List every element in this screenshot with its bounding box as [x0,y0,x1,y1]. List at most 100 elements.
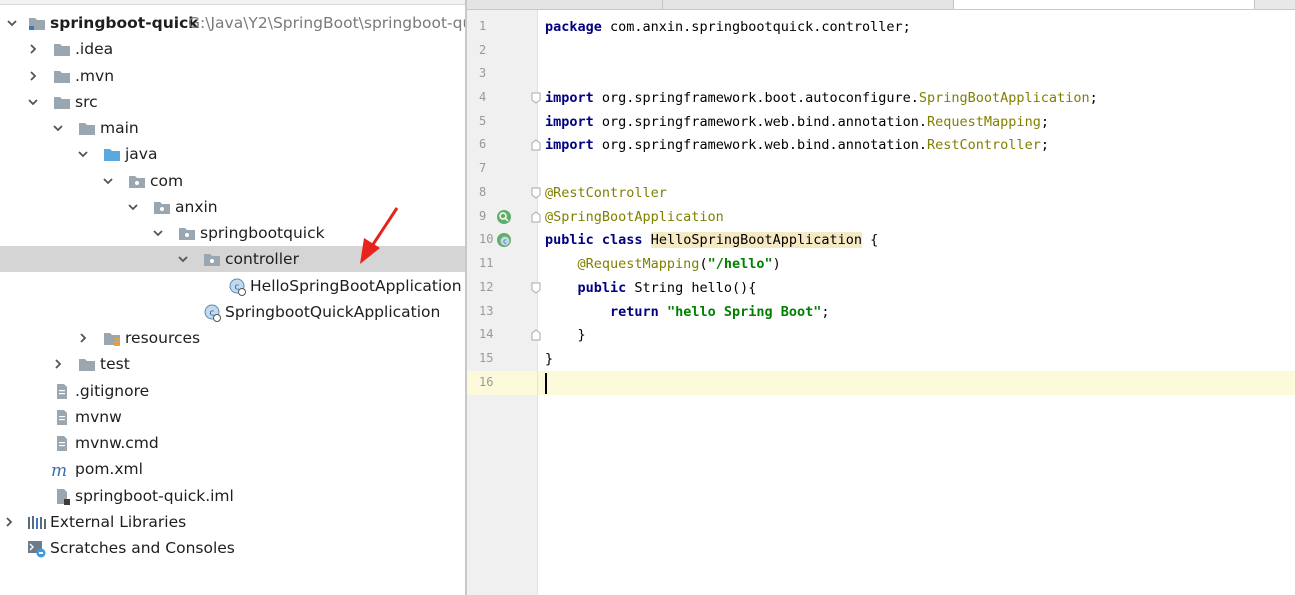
tree-label: com [150,172,184,190]
code-line[interactable]: return "hello Spring Boot"; [538,300,1295,324]
line-number: 11 [479,256,494,270]
keyword: class [601,232,643,248]
tree-label: mvnw.cmd [75,434,159,452]
code-line[interactable]: package com.anxin.springbootquick.contro… [538,15,1295,39]
gutter-line: 3 [467,62,537,86]
code-line[interactable]: import org.springframework.boot.autoconf… [538,86,1295,110]
tree-node-gitignore[interactable]: .gitignore [0,378,465,404]
gutter-line: 9 [467,205,541,229]
spring-bean-search-icon[interactable] [496,209,512,225]
tree-node-iml[interactable]: springboot-quick.iml [0,483,465,509]
chevron-right-icon[interactable] [3,516,15,528]
file-icon [55,435,73,451]
paren: ) [772,256,781,272]
chevron-right-icon[interactable] [52,358,64,370]
paren: ( [699,256,708,272]
chevron-down-icon[interactable] [27,96,39,108]
brace: } [545,351,554,367]
folder-icon [78,120,96,136]
tree-node-mvn[interactable]: .mvn [0,63,465,89]
code-line[interactable]: } [538,347,1295,371]
tree-node-scratches[interactable]: Scratches and Consoles [0,535,465,561]
chevron-down-icon[interactable] [152,227,164,239]
tree-node-src[interactable]: src [0,89,465,115]
tree-node-test[interactable]: test [0,351,465,377]
keyword: package [545,19,602,35]
tree-node-java[interactable]: java [0,141,465,167]
code-line[interactable]: @SpringBootApplication [538,205,1295,229]
folder-icon [53,94,71,110]
tree-node-root[interactable]: springboot-quick G:\Java\Y2\SpringBoot\s… [0,10,465,36]
tree-label: .mvn [75,67,115,85]
string-literal: "/hello" [707,256,773,272]
chevron-down-icon[interactable] [52,122,64,134]
package-name: com.anxin.springbootquick.controller; [601,19,911,35]
tree-node-idea[interactable]: .idea [0,36,465,62]
tree-node-pom[interactable]: m pom.xml [0,456,465,482]
tree-node-external-libraries[interactable]: External Libraries [0,509,465,535]
tree-node-hello-class[interactable]: c HelloSpringBootApplication [0,273,465,299]
code-line[interactable]: @RequestMapping("/hello") [538,252,1295,276]
chevron-right-icon[interactable] [77,332,89,344]
file-icon [55,383,73,399]
line-number: 2 [479,43,487,57]
chevron-right-icon[interactable] [27,43,39,55]
spring-boot-class-icon: c [203,304,221,322]
package-icon [153,199,171,215]
tree-node-main[interactable]: main [0,115,465,141]
tree-node-resources[interactable]: resources [0,325,465,351]
editor-tab[interactable] [467,0,663,9]
line-number: 4 [479,90,487,104]
resources-folder-icon [103,330,121,346]
code-editor[interactable]: 1 2 3 4 5 6 7 8 9 10 c 11 12 13 14 15 16… [467,0,1295,595]
code-line-current[interactable] [538,371,1295,395]
chevron-down-icon[interactable] [6,17,18,29]
tree-label: resources [125,329,201,347]
chevron-down-icon[interactable] [102,175,114,187]
code-line[interactable]: } [538,323,1295,347]
code-line[interactable]: import org.springframework.web.bind.anno… [538,133,1295,157]
keyword: import [545,137,594,153]
tree-label: Scratches and Consoles [50,539,235,557]
editor-tab[interactable] [663,0,954,9]
gutter-line: 8 [467,181,541,205]
code-line[interactable]: public String hello(){ [538,276,1295,300]
tree-label: mvnw [75,408,122,426]
svg-text:m: m [51,461,67,479]
tree-node-mvnw-cmd[interactable]: mvnw.cmd [0,430,465,456]
annotation: @SpringBootApplication [545,209,724,225]
line-number: 15 [479,351,494,365]
keyword: return [610,304,659,320]
tree-label: springboot-quick.iml [75,487,234,505]
tree-label: springbootquick [200,224,325,242]
scratches-icon [27,540,46,558]
import-class: SpringBootApplication [918,90,1090,106]
package-icon [178,225,196,241]
code-line[interactable]: @RestController [538,181,1295,205]
tree-node-com[interactable]: com [0,168,465,194]
run-spring-app-icon[interactable]: c [496,232,512,248]
tree-label: HelloSpringBootApplication [250,277,462,295]
editor-tab-active[interactable] [954,0,1255,9]
project-tool-window: springboot-quick G:\Java\Y2\SpringBoot\s… [0,0,465,595]
chevron-right-icon[interactable] [27,70,39,82]
gutter-line: 2 [467,39,537,63]
chevron-down-icon[interactable] [177,253,189,265]
line-number: 7 [479,161,487,175]
line-number: 8 [479,185,487,199]
chevron-down-icon[interactable] [127,201,139,213]
svg-text:c: c [503,238,507,246]
tree-node-mvnw[interactable]: mvnw [0,404,465,430]
line-number: 9 [479,209,487,223]
gutter-line: 15 [467,347,537,371]
code-line[interactable]: import org.springframework.web.bind.anno… [538,110,1295,134]
maven-icon: m [51,461,69,479]
method-signature: String hello(){ [626,280,757,296]
brace: { [862,232,879,248]
gutter-line: 7 [467,157,537,181]
string-literal: "hello Spring Boot" [666,304,822,320]
tree-label: .gitignore [75,382,150,400]
chevron-down-icon[interactable] [77,148,89,160]
code-line[interactable]: public class HelloSpringBootApplication … [538,228,1295,252]
tree-node-quick-app-class[interactable]: c SpringbootQuickApplication [0,299,465,325]
